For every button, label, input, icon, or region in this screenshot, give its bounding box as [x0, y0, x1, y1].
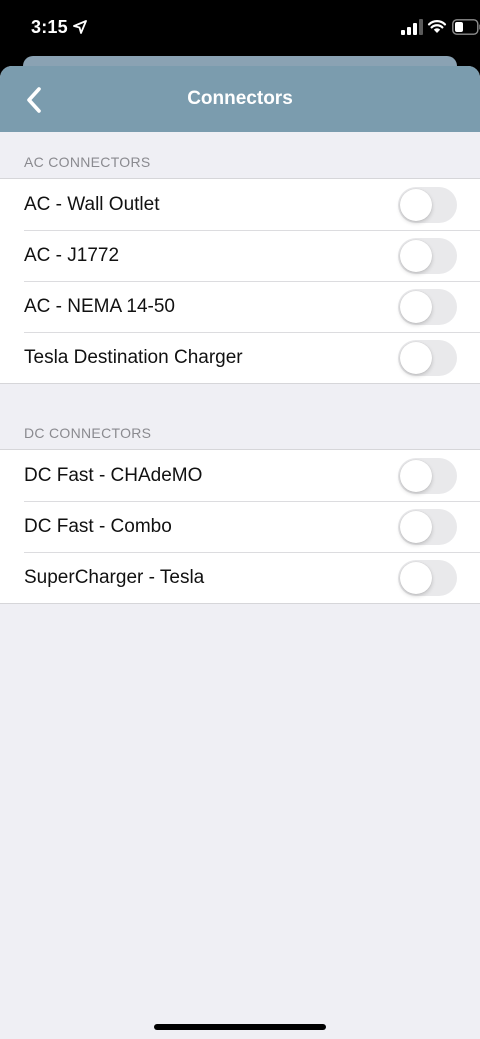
- home-indicator[interactable]: [154, 1024, 326, 1030]
- toggle-switch[interactable]: [398, 509, 457, 545]
- toggle-knob: [400, 562, 432, 594]
- toggle-knob: [400, 460, 432, 492]
- list-item: DC Fast - Combo: [0, 501, 480, 552]
- ac-connectors-list: AC - Wall Outlet AC - J1772 AC - NEMA 14…: [0, 178, 480, 384]
- connector-label: SuperCharger - Tesla: [24, 566, 205, 588]
- location-arrow-icon: [73, 20, 87, 34]
- dc-connectors-list: DC Fast - CHAdeMO DC Fast - Combo SuperC…: [0, 449, 480, 604]
- connector-label: DC Fast - CHAdeMO: [24, 464, 203, 486]
- status-time: 3:15: [31, 17, 68, 37]
- toggle-switch[interactable]: [398, 289, 457, 325]
- list-item: AC - J1772: [0, 230, 480, 281]
- list-item: DC Fast - CHAdeMO: [0, 450, 480, 501]
- status-bar: 3:15: [0, 0, 480, 56]
- cellular-signal-icon: [401, 19, 423, 35]
- section-header-ac: AC CONNECTORS: [24, 154, 151, 170]
- list-item: Tesla Destination Charger: [0, 332, 480, 383]
- battery-icon: [452, 19, 480, 35]
- toggle-knob: [400, 511, 432, 543]
- wifi-icon: [427, 20, 447, 33]
- modal-sheet: Connectors AC CONNECTORS AC - Wall Outle…: [0, 66, 480, 1039]
- connector-label: Tesla Destination Charger: [24, 346, 243, 368]
- connector-label: AC - Wall Outlet: [24, 193, 160, 215]
- connector-label: AC - NEMA 14-50: [24, 295, 175, 317]
- toggle-switch[interactable]: [398, 340, 457, 376]
- toggle-switch[interactable]: [398, 238, 457, 274]
- toggle-knob: [400, 189, 432, 221]
- list-item: SuperCharger - Tesla: [0, 552, 480, 603]
- toggle-switch[interactable]: [398, 187, 457, 223]
- connector-label: DC Fast - Combo: [24, 515, 172, 537]
- toggle-switch[interactable]: [398, 560, 457, 596]
- connector-label: AC - J1772: [24, 244, 120, 266]
- toggle-switch[interactable]: [398, 458, 457, 494]
- list-item: AC - NEMA 14-50: [0, 281, 480, 332]
- page-title: Connectors: [187, 88, 293, 109]
- toggle-knob: [400, 291, 432, 323]
- section-header-dc: DC CONNECTORS: [24, 425, 152, 441]
- navigation-bar: Connectors: [0, 66, 480, 132]
- toggle-knob: [400, 342, 432, 374]
- list-item: AC - Wall Outlet: [0, 179, 480, 230]
- toggle-knob: [400, 240, 432, 272]
